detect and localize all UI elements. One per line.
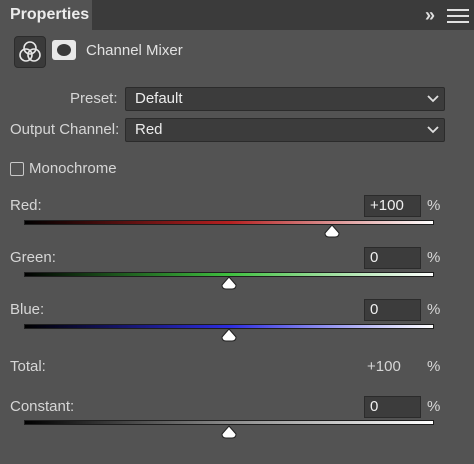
red-slider-track[interactable] xyxy=(24,220,434,225)
blue-value-input[interactable]: 0 xyxy=(364,299,421,321)
red-label: Red: xyxy=(10,197,42,214)
constant-slider-thumb[interactable] xyxy=(221,425,237,439)
adjustment-title: Channel Mixer xyxy=(86,42,183,59)
red-percent-sign: % xyxy=(427,197,441,214)
total-value: +100 xyxy=(367,358,401,375)
blue-slider-thumb[interactable] xyxy=(221,328,237,342)
red-value-input[interactable]: +100 xyxy=(364,195,421,217)
output-channel-value: Red xyxy=(135,121,163,138)
output-channel-dropdown[interactable]: Red xyxy=(125,118,445,142)
channel-mixer-icon xyxy=(19,41,41,62)
collapse-panel-icon[interactable]: » xyxy=(418,4,442,26)
panel-menu-icon[interactable] xyxy=(447,9,469,23)
red-slider-thumb[interactable] xyxy=(323,224,340,238)
layer-mask-button[interactable] xyxy=(52,40,76,60)
green-label: Green: xyxy=(10,249,56,266)
constant-value-input[interactable]: 0 xyxy=(364,396,421,418)
total-label: Total: xyxy=(10,358,46,375)
blue-percent-sign: % xyxy=(427,301,441,318)
monochrome-label: Monochrome xyxy=(29,160,117,177)
monochrome-checkbox[interactable] xyxy=(10,162,24,176)
constant-percent-sign: % xyxy=(427,398,441,415)
panel-tab-bar: Properties » xyxy=(0,0,474,30)
properties-tab[interactable]: Properties xyxy=(0,0,92,30)
chevron-down-icon xyxy=(427,95,439,103)
constant-label: Constant: xyxy=(10,398,75,415)
green-value-input[interactable]: 0 xyxy=(364,247,421,269)
green-slider-thumb[interactable] xyxy=(221,276,237,290)
green-percent-sign: % xyxy=(427,249,441,266)
preset-value: Default xyxy=(135,90,183,107)
preset-label: Preset: xyxy=(70,90,118,107)
blue-label: Blue: xyxy=(10,301,45,318)
chevron-down-icon xyxy=(427,126,439,134)
adjustment-layer-button[interactable] xyxy=(14,36,46,68)
output-channel-label: Output Channel: xyxy=(10,121,120,138)
preset-dropdown[interactable]: Default xyxy=(125,87,445,111)
total-percent-sign: % xyxy=(427,358,441,375)
